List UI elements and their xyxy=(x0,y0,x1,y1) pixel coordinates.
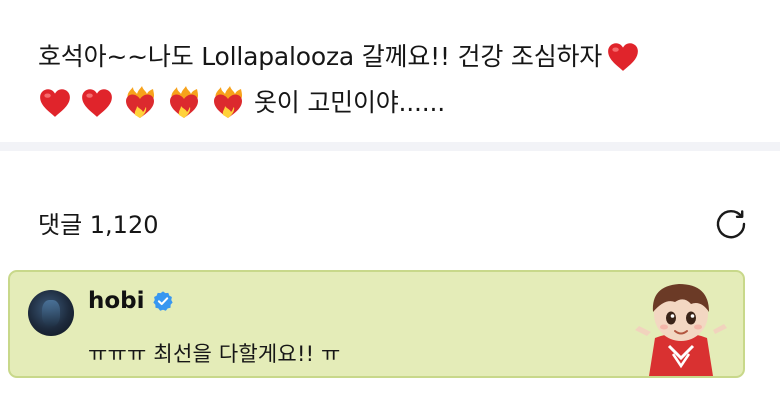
comment-author-row: hobi xyxy=(88,288,174,314)
post-caption-line-1: 호석아~~나도 Lollapalooza 갈께요!! 건강 조심하자 xyxy=(38,34,758,80)
heart-on-fire-icon xyxy=(210,85,246,121)
heart-on-fire-icon xyxy=(166,85,202,121)
verified-badge-icon xyxy=(152,291,173,311)
red-heart-icon xyxy=(80,86,114,120)
avatar[interactable] xyxy=(28,290,74,336)
comments-header: 댓글 1,120 xyxy=(38,200,750,244)
red-heart-icon xyxy=(606,40,640,74)
highlighted-comment[interactable]: hobi ㅠㅠㅠ 최선을 다할게요!! ㅠ xyxy=(8,270,745,378)
comments-count: 댓글 1,120 xyxy=(38,210,159,239)
character-sticker-icon xyxy=(635,284,727,376)
post-caption-line-2: 옷이 고민이야...... xyxy=(38,80,758,126)
comment-text: ㅠㅠㅠ 최선을 다할게요!! ㅠ xyxy=(88,342,341,366)
refresh-button[interactable] xyxy=(712,203,750,241)
section-divider xyxy=(0,142,780,151)
comment-author[interactable]: hobi xyxy=(88,288,145,314)
post-caption: 호석아~~나도 Lollapalooza 갈께요!! 건강 조심하자 옷이 고민… xyxy=(38,34,758,126)
refresh-icon xyxy=(716,209,746,239)
post-caption-text: 호석아~~나도 Lollapalooza 갈께요!! 건강 조심하자 xyxy=(38,42,603,71)
post-caption-text-2: 옷이 고민이야...... xyxy=(254,88,446,117)
red-heart-icon xyxy=(38,86,72,120)
heart-on-fire-icon xyxy=(122,85,158,121)
